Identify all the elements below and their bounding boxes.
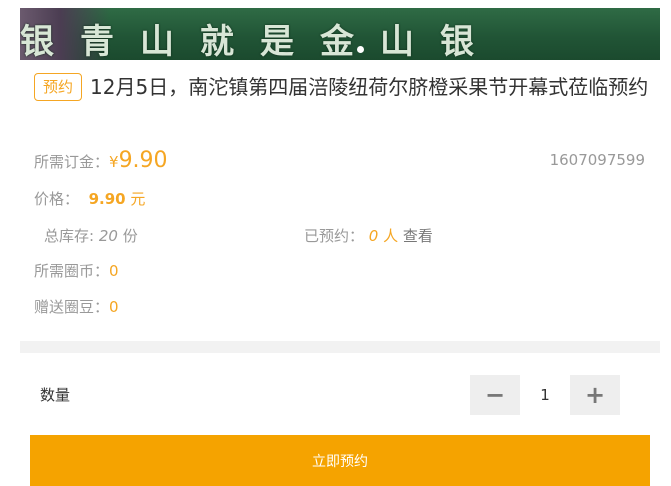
carousel-indicator-dot[interactable] <box>357 46 364 53</box>
coins-value: 0 <box>109 262 119 280</box>
reserved-label: 已预约： <box>304 227 365 245</box>
phone-number: 1607097599 <box>549 151 645 169</box>
beans-value: 0 <box>109 298 119 316</box>
price-unit: 元 <box>130 190 146 208</box>
reserved-value: 0 <box>368 227 379 245</box>
booking-page: 银青山就是金山银 预约 12月5日，南沱镇第四届涪陵纽荷尔脐橙采果节开幕式莅临预约… <box>0 0 671 486</box>
stock-value: 20 <box>98 227 118 245</box>
price-value: 9.90 <box>88 190 126 208</box>
coins-label: 所需圈币： <box>34 262 110 280</box>
stock-label: 总库存: <box>44 227 95 245</box>
deposit-currency: ¥ <box>109 153 119 171</box>
reservation-tag: 预约 <box>34 73 83 101</box>
deposit-label: 所需订金： <box>34 153 110 171</box>
beans-row: 赠送圈豆：0 <box>34 296 119 318</box>
price-label: 价格： <box>34 190 80 208</box>
reserved-row: 已预约： 0 人 查看 <box>304 225 433 247</box>
reserve-now-button[interactable]: 立即预约 <box>30 435 650 486</box>
reserved-unit: 人 <box>383 227 399 245</box>
beans-label: 赠送圈豆： <box>34 298 110 316</box>
stock-unit: 份 <box>122 227 138 245</box>
product-title-row: 预约 12月5日，南沱镇第四届涪陵纽荷尔脐橙采果节开幕式莅临预约 <box>34 72 649 102</box>
stock-row: 总库存: 20 份 <box>44 225 138 247</box>
quantity-increase-button[interactable]: + <box>570 375 620 415</box>
deposit-row: 所需订金：¥9.90 <box>34 150 168 173</box>
quantity-value[interactable]: 1 <box>520 375 570 415</box>
banner-text: 银青山就是金山银 <box>20 22 500 60</box>
view-reservations-link[interactable]: 查看 <box>403 227 433 245</box>
coins-row: 所需圈币：0 <box>34 260 119 282</box>
deposit-value: 9.90 <box>118 148 168 173</box>
quantity-label: 数量 <box>40 386 71 404</box>
price-row: 价格： 9.90 元 <box>34 188 145 210</box>
product-title: 12月5日，南沱镇第四届涪陵纽荷尔脐橙采果节开幕式莅临预约 <box>90 75 649 99</box>
banner-image[interactable]: 银青山就是金山银 <box>20 8 660 60</box>
quantity-decrease-button[interactable]: − <box>470 375 520 415</box>
section-divider <box>20 341 660 353</box>
